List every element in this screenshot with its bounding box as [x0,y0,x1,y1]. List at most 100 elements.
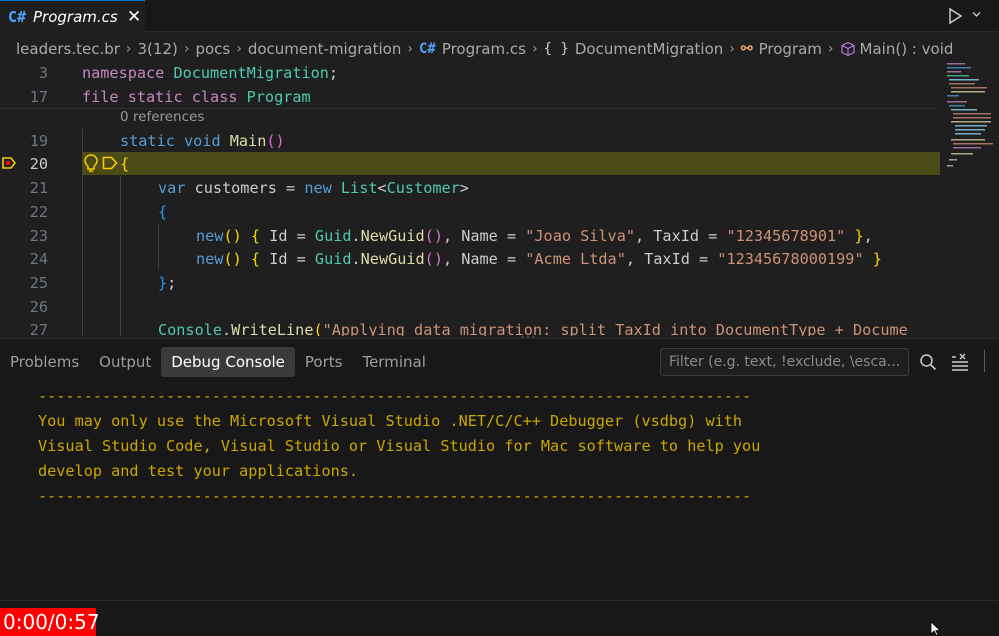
bottom-panel: Problems Output Debug Console Ports Term… [0,338,999,600]
breadcrumb-item-folder[interactable]: 3(12) [138,40,178,58]
code-text: namespace DocumentMigration; [82,64,338,82]
line-number: 25 [29,273,48,292]
token: "12345678901" [726,226,846,245]
token: . [351,226,361,245]
code-text: { [158,203,167,221]
code-line[interactable]: 20 { [0,152,940,175]
token: "12345678000199" [717,249,864,268]
code-line[interactable]: 3 namespace DocumentMigration; [0,61,940,84]
tab-problems[interactable]: Problems [0,347,89,377]
token: WriteLine [231,320,314,337]
editor-tab-bar: C# Program.cs ✕ [0,0,999,32]
console-line: You may only use the Microsoft Visual St… [38,412,743,430]
token: void [184,131,221,150]
code-line[interactable]: 21 var customers = new List<Customer> [0,176,940,199]
breadcrumb-item-class[interactable]: Program [759,40,822,58]
code-line[interactable]: 27 Console.WriteLine("Applying data migr… [0,318,940,337]
breadcrumb-item-namespace[interactable]: DocumentMigration [575,40,723,58]
code-text: file static class Program [82,88,311,106]
run-icon[interactable] [946,7,964,25]
chevron-down-icon[interactable] [971,9,982,20]
line-number: 20 [29,154,48,173]
sticky-scroll[interactable]: 3 namespace DocumentMigration; 17 file s… [0,61,940,109]
token: static [127,87,183,106]
token: var [158,178,186,197]
token: List [340,178,378,197]
chevron-right-icon: › [236,41,242,57]
console-line: ----------------------------------------… [38,487,752,505]
line-number: 24 [29,249,48,268]
line-number: 23 [29,226,48,245]
tab-output[interactable]: Output [89,347,161,377]
token: ( [266,131,276,150]
token: ( [313,320,323,337]
line-number: 17 [29,87,48,106]
tab-program-cs[interactable]: C# Program.cs ✕ [0,0,145,32]
code-line[interactable]: 26 [0,295,940,318]
status-bar [0,600,999,636]
token: , [863,226,873,245]
token: new [196,226,224,245]
line-number: 3 [38,63,48,82]
tab-label: Program.cs [33,7,118,26]
token: Customer [386,178,460,197]
breadcrumb-item-folder[interactable]: leaders.tec.br [16,40,120,58]
code-line[interactable]: 23 new() { Id = Guid.NewGuid(), Name = "… [0,224,940,247]
token: Guid [314,226,352,245]
close-icon[interactable]: ✕ [127,7,141,27]
clear-console-icon[interactable] [951,353,969,371]
token: customers = [185,178,305,197]
code-editor[interactable]: 3 namespace DocumentMigration; 17 file s… [0,61,999,336]
console-filter-input[interactable]: Filter (e.g. text, !exclude, \esca... [660,348,909,376]
code-text: new() { Id = Guid.NewGuid(), Name = "Joa… [196,227,873,245]
token: } [158,273,168,292]
code-line[interactable]: 17 file static class Program [0,85,940,108]
code-text: static void Main() [120,132,285,150]
search-icon[interactable] [919,353,937,371]
breadcrumb-item-file[interactable]: Program.cs [442,40,526,58]
tab-debug-console[interactable]: Debug Console [161,347,295,377]
token: . [222,320,232,337]
code-text: { [120,155,129,173]
breadcrumb-item-method[interactable]: Main() : void [860,40,954,58]
token: Id = [260,249,315,268]
token: < [377,178,387,197]
token: DocumentMigration [173,63,329,82]
token: namespace [82,63,165,82]
token: new [304,178,332,197]
namespace-braces-icon: { } [543,41,569,57]
token: { [158,202,168,221]
code-line[interactable]: 24 new() { Id = Guid.NewGuid(), Name = "… [0,247,940,270]
chevron-right-icon: › [125,41,132,57]
token: { [250,226,261,245]
minimap[interactable] [945,61,995,171]
line-number: 27 [29,320,48,337]
token: , Name = [442,249,526,268]
chevron-right-icon: › [407,41,413,57]
token: () [424,226,443,245]
token: . [351,249,361,268]
video-timer: 0:00/0:57 [0,608,100,636]
breadcrumb-item-folder[interactable]: pocs [195,40,230,58]
token: "Joao Silva" [525,226,635,245]
console-line: Visual Studio Code, Visual Studio or Vis… [38,437,761,455]
token: () [424,249,443,268]
csharp-file-icon: C# [8,7,27,26]
code-line[interactable]: 22 { [0,200,940,223]
line-number: 22 [29,202,48,221]
tab-terminal[interactable]: Terminal [352,347,435,377]
token: "Acme Ltda" [525,249,626,268]
token: ; [328,63,339,82]
code-line[interactable]: 25 }; [0,271,940,294]
token: , TaxId = [625,249,718,268]
token: Console [158,320,223,337]
tab-ports[interactable]: Ports [295,347,353,377]
code-line[interactable]: 19 static void Main() [0,129,940,152]
token: NewGuid [360,226,425,245]
mouse-pointer-icon [930,621,942,636]
line-number: 21 [29,178,48,197]
codelens-references[interactable]: 0 references [120,109,204,129]
breadcrumb-item-folder[interactable]: document-migration [248,40,402,58]
code-text: Console.WriteLine("Applying data migrati… [158,321,908,337]
breadcrumb: leaders.tec.br › 3(12) › pocs › document… [0,37,999,61]
